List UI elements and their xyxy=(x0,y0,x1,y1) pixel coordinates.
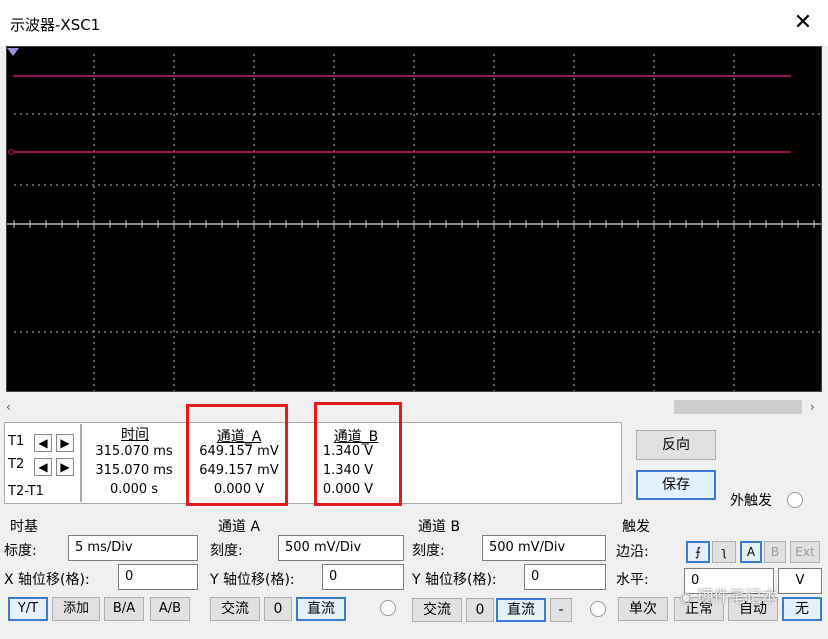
timebase-title: 时基 xyxy=(10,519,38,535)
horizontal-scrollbar[interactable]: ‹ › xyxy=(0,398,828,418)
t2-right-arrow-icon[interactable]: ▶ xyxy=(56,458,74,476)
highlight-box-channel-a xyxy=(186,404,288,506)
reverse-button[interactable]: 反向 xyxy=(636,430,716,460)
channel-b-scale-label: 刻度: xyxy=(412,543,445,559)
window-title: 示波器-XSC1 xyxy=(10,16,101,34)
trace-b-marker xyxy=(8,149,14,155)
watermark-text: 硬件笔记本 xyxy=(697,587,778,606)
save-button[interactable]: 保存 xyxy=(636,470,716,500)
trigger-source-b-button[interactable]: B xyxy=(764,541,786,563)
channel-a-scale-label: 刻度: xyxy=(210,543,243,559)
wechat-logo-icon: ◉ xyxy=(680,590,693,606)
external-trigger-radio[interactable] xyxy=(787,492,803,508)
t2-time: 315.070 ms xyxy=(95,463,173,478)
t2-label: T2 xyxy=(8,457,25,472)
channel-a-zero-button[interactable]: 0 xyxy=(264,597,292,621)
t1-left-arrow-icon[interactable]: ◀ xyxy=(34,434,52,452)
mode-add-button[interactable]: 添加 xyxy=(52,597,100,621)
t2t1-label: T2-T1 xyxy=(8,484,44,499)
channel-b-ac-button[interactable]: 交流 xyxy=(412,598,462,622)
channel-b-invert-button[interactable]: - xyxy=(550,598,572,622)
x-position-label: X 轴位移(格): xyxy=(4,572,90,588)
channel-b-ypos-label: Y 轴位移(格): xyxy=(412,572,497,588)
t1-time: 315.070 ms xyxy=(95,444,173,459)
scroll-right-icon[interactable]: › xyxy=(810,400,815,414)
trigger-source-ext-button[interactable]: Ext xyxy=(790,541,820,563)
trigger-cursor-marker xyxy=(7,48,19,56)
oscilloscope-screen xyxy=(6,46,822,392)
delta-time: 0.000 s xyxy=(109,482,159,497)
highlight-box-channel-b xyxy=(314,402,402,506)
trigger-none-button[interactable]: 无 xyxy=(782,597,822,621)
t1-label: T1 xyxy=(8,434,25,449)
mode-ba-button[interactable]: B/A xyxy=(104,597,144,621)
scrollbar-thumb[interactable] xyxy=(674,400,802,414)
mode-yt-button[interactable]: Y/T xyxy=(8,597,48,621)
mode-ab-button[interactable]: A/B xyxy=(150,597,190,621)
channel-a-title: 通道 A xyxy=(218,519,261,535)
channel-a-ypos-field[interactable]: 0 xyxy=(322,564,404,590)
channel-b-radio[interactable] xyxy=(590,601,606,617)
trigger-single-button[interactable]: 单次 xyxy=(618,597,668,621)
channel-b-ypos-field[interactable]: 0 xyxy=(524,564,606,590)
watermark: ◉ 硬件笔记本 xyxy=(680,583,777,607)
timebase-scale-field[interactable]: 5 ms/Div xyxy=(68,535,198,561)
channel-b-scale-field[interactable]: 500 mV/Div xyxy=(482,535,606,561)
trigger-edge-label: 边沿: xyxy=(616,544,649,560)
t1-right-arrow-icon[interactable]: ▶ xyxy=(56,434,74,452)
channel-a-radio[interactable] xyxy=(380,600,396,616)
title-bar: 示波器-XSC1 ✕ xyxy=(0,0,828,46)
rising-edge-icon[interactable]: ⨍ xyxy=(686,541,710,563)
x-position-field[interactable]: 0 xyxy=(118,564,198,590)
trigger-source-a-button[interactable]: A xyxy=(740,541,762,563)
channel-b-zero-button[interactable]: 0 xyxy=(466,598,494,622)
trigger-level-label: 水平: xyxy=(616,572,649,588)
trigger-title: 触发 xyxy=(622,519,650,535)
scroll-left-icon[interactable]: ‹ xyxy=(6,400,11,414)
channel-a-ac-button[interactable]: 交流 xyxy=(210,597,260,621)
channel-b-title: 通道 B xyxy=(418,519,461,535)
falling-edge-icon[interactable]: ʅ xyxy=(712,541,736,563)
waveform-display xyxy=(7,48,821,391)
timebase-scale-label: 标度: xyxy=(4,543,37,559)
channel-b-dc-button[interactable]: 直流 xyxy=(496,598,546,622)
t2-left-arrow-icon[interactable]: ◀ xyxy=(34,458,52,476)
channel-a-dc-button[interactable]: 直流 xyxy=(296,597,346,621)
panel-divider xyxy=(80,424,82,502)
time-header: 时间 xyxy=(121,427,149,443)
channel-a-ypos-label: Y 轴位移(格): xyxy=(210,572,295,588)
channel-a-scale-field[interactable]: 500 mV/Div xyxy=(278,535,404,561)
external-trigger-label: 外触发 xyxy=(730,493,772,509)
trigger-level-unit-select[interactable]: V xyxy=(778,568,822,594)
close-icon[interactable]: ✕ xyxy=(790,10,816,36)
